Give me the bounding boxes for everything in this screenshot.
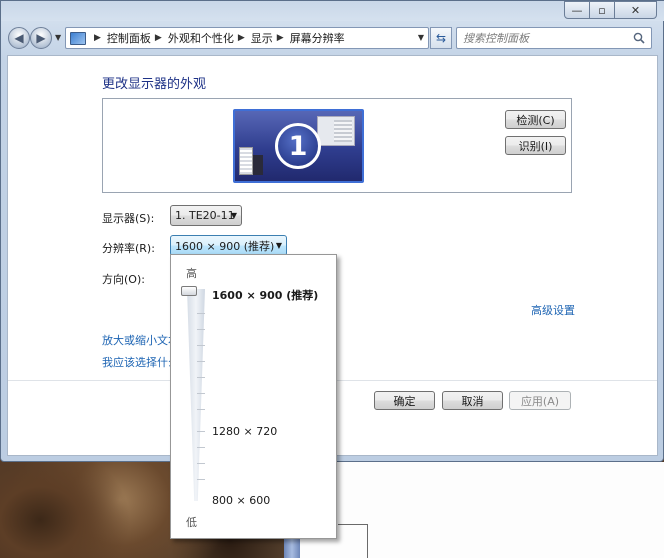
breadcrumb-separator-icon[interactable]: ▶ — [94, 33, 101, 43]
breadcrumb-display[interactable]: 显示 — [251, 30, 273, 46]
slider-high-label: 高 — [186, 267, 197, 280]
chevron-down-icon: ▼ — [275, 241, 282, 250]
search-icon[interactable] — [633, 32, 645, 44]
slider-tick — [197, 431, 205, 432]
slider-tick — [197, 377, 205, 378]
slider-tick — [197, 329, 205, 330]
display-select-value: 1. TE20-11 — [175, 209, 235, 222]
help-choose-link[interactable]: 我应该选择什么 — [102, 354, 179, 370]
resolution-select-value: 1600 × 900 (推荐) — [175, 239, 275, 253]
display-preview-area: 1 检测(C) 识别(I) — [102, 98, 572, 193]
monitor-window-graphic — [317, 116, 355, 146]
refresh-icon: ⇆ — [435, 31, 447, 45]
search-input[interactable] — [463, 31, 623, 45]
back-button[interactable]: ◀ — [8, 27, 30, 49]
address-dropdown-icon[interactable]: ▼ — [418, 33, 424, 42]
slider-tick — [197, 393, 205, 394]
orientation-label: 方向(O): — [102, 273, 145, 286]
address-bar[interactable]: ▶ 控制面板 ▶ 外观和个性化 ▶ 显示 ▶ 屏幕分辨率 ▼ — [65, 27, 429, 49]
slider-tick — [197, 409, 205, 410]
advanced-settings-link[interactable]: 高级设置 — [531, 302, 575, 318]
chevron-down-icon: ▼ — [230, 211, 237, 220]
slider-tick — [197, 313, 205, 314]
control-panel-icon — [70, 31, 86, 45]
resolution-option-800x600[interactable]: 800 × 600 — [212, 494, 270, 507]
apply-button[interactable]: 应用(A) — [509, 391, 571, 410]
monitor-device-graphic — [253, 155, 263, 175]
search-box[interactable] — [456, 27, 652, 49]
resolution-select[interactable]: 1600 × 900 (推荐) ▼ — [170, 235, 287, 256]
breadcrumb-screen-resolution[interactable]: 屏幕分辨率 — [290, 30, 345, 46]
breadcrumb-control-panel[interactable]: 控制面板 — [107, 30, 151, 46]
display-label: 显示器(S): — [102, 212, 155, 225]
desktop-window-edge — [338, 524, 368, 558]
resolution-slider-thumb[interactable] — [181, 286, 197, 296]
recent-pages-chevron-icon[interactable]: ▼ — [55, 33, 61, 42]
slider-tick — [197, 345, 205, 346]
display-select[interactable]: 1. TE20-11 ▼ — [170, 205, 242, 226]
navigation-bar: ◀ ▶ ▼ ▶ 控制面板 ▶ 外观和个性化 ▶ 显示 ▶ 屏幕分辨率 ▼ ⇆ — [1, 25, 664, 53]
back-arrow-icon: ◀ — [14, 31, 24, 45]
slider-tick — [197, 447, 205, 448]
caption-buttons: — ▫ ✕ — [564, 1, 657, 19]
resolution-option-1280x720[interactable]: 1280 × 720 — [212, 425, 277, 438]
minimize-button[interactable]: — — [564, 1, 590, 19]
breadcrumb-separator-icon[interactable]: ▶ — [277, 33, 284, 43]
page-title: 更改显示器的外观 — [102, 77, 207, 92]
monitor-number-badge: 1 — [275, 123, 321, 169]
maximize-icon: ▫ — [598, 3, 606, 17]
forward-arrow-icon: ▶ — [36, 31, 46, 45]
breadcrumb-separator-icon[interactable]: ▶ — [155, 33, 162, 43]
breadcrumb-separator-icon[interactable]: ▶ — [238, 33, 245, 43]
resolution-dropdown-popup: 高 1600 × 900 (推荐) 1280 × 720 800 × 600 低 — [170, 254, 337, 539]
identify-button[interactable]: 识别(I) — [505, 136, 566, 155]
maximize-button[interactable]: ▫ — [589, 1, 615, 19]
refresh-button[interactable]: ⇆ — [430, 27, 452, 49]
slider-tick — [197, 463, 205, 464]
slider-tick — [197, 361, 205, 362]
resolution-slider-track[interactable] — [187, 289, 205, 501]
close-button[interactable]: ✕ — [614, 1, 657, 19]
monitor-1-thumbnail[interactable]: 1 — [233, 109, 364, 183]
ok-button[interactable]: 确定 — [374, 391, 435, 410]
monitor-document-graphic — [239, 147, 253, 175]
cancel-button[interactable]: 取消 — [442, 391, 503, 410]
slider-tick — [197, 479, 205, 480]
close-icon: ✕ — [630, 3, 641, 17]
resolution-label: 分辨率(R): — [102, 242, 155, 255]
forward-button[interactable]: ▶ — [30, 27, 52, 49]
minimize-icon: — — [571, 3, 583, 17]
resolution-option-1600x900[interactable]: 1600 × 900 (推荐) — [212, 287, 318, 303]
detect-button[interactable]: 检测(C) — [505, 110, 566, 129]
breadcrumb-appearance[interactable]: 外观和个性化 — [168, 30, 234, 46]
text-size-link[interactable]: 放大或缩小文本 — [102, 332, 179, 348]
slider-low-label: 低 — [186, 516, 197, 529]
